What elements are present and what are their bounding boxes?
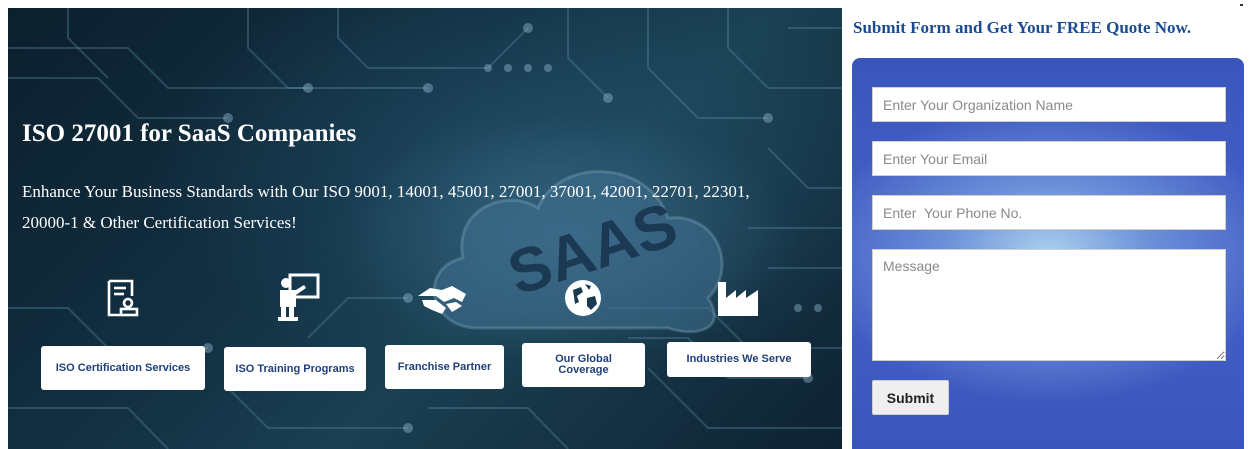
- quote-form: Submit: [852, 58, 1244, 449]
- factory-icon: [718, 282, 758, 316]
- service-button-iso-training[interactable]: ISO Training Programs: [224, 347, 366, 391]
- organization-name-input[interactable]: [872, 87, 1226, 122]
- phone-input[interactable]: [872, 195, 1226, 230]
- submit-button[interactable]: Submit: [872, 380, 949, 415]
- globe-icon: [565, 280, 601, 316]
- trainer-icon: [278, 273, 320, 321]
- service-button-global-coverage[interactable]: Our Global Coverage: [522, 343, 645, 387]
- hero-subtitle: Enhance Your Business Standards with Our…: [22, 182, 750, 232]
- form-title: Submit Form and Get Your FREE Quote Now.: [853, 18, 1192, 37]
- certificate-icon: [107, 279, 139, 317]
- message-textarea[interactable]: [872, 249, 1226, 361]
- service-button-iso-certification[interactable]: ISO Certification Services: [41, 346, 205, 390]
- corner-mark: [1240, 4, 1243, 6]
- email-input[interactable]: [872, 141, 1226, 176]
- handshake-icon: [418, 286, 466, 314]
- hero-banner: SAAS ISO 27001 for SaaS Companies Enhanc…: [8, 8, 842, 449]
- service-button-industries[interactable]: Industries We Serve: [667, 342, 811, 377]
- service-button-franchise-partner[interactable]: Franchise Partner: [385, 345, 504, 389]
- page-title: ISO 27001 for SaaS Companies: [22, 120, 357, 147]
